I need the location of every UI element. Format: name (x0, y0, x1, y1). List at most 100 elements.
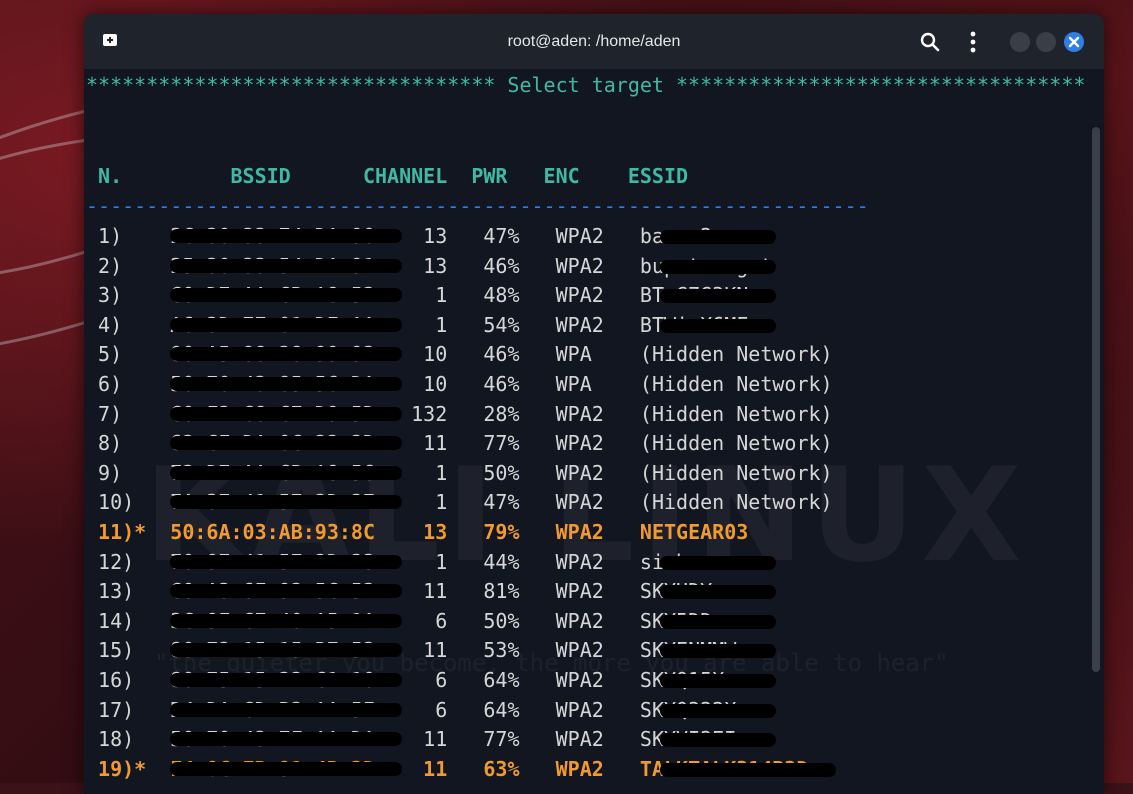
cell-n: 4) (86, 312, 171, 337)
cell-n: 6) (86, 372, 171, 396)
cell-n: 12) (86, 549, 171, 574)
cell-n: 7) (86, 401, 171, 426)
cell-pwr: 46% (483, 342, 556, 367)
redaction-mark (170, 229, 402, 243)
redaction-mark (170, 288, 402, 303)
cell-pwr: 64% (483, 697, 556, 722)
cell-channel: 10 (399, 342, 484, 367)
cell-channel: 6 (399, 608, 484, 633)
cell-channel: 1 (399, 490, 484, 515)
redaction-mark (660, 318, 776, 333)
cell-channel: 6 (399, 668, 484, 692)
cell-channel: 132 (399, 401, 484, 426)
redaction-mark (170, 673, 402, 687)
redaction-mark (170, 436, 402, 451)
cell-pwr: 77% (483, 431, 556, 456)
scrollbar[interactable] (1092, 127, 1100, 672)
cell-pwr: 79% (483, 520, 556, 544)
close-button[interactable] (1064, 32, 1084, 52)
cell-enc: WPA2 (555, 490, 640, 515)
search-icon[interactable] (920, 32, 940, 52)
cell-channel: 11 (399, 756, 484, 781)
cell-channel: 1 (399, 460, 484, 485)
redaction-mark (170, 702, 402, 717)
cell-n: 1) (86, 224, 171, 248)
redaction-mark (170, 347, 402, 362)
cell-n: 14) (86, 608, 171, 633)
cell-enc: WPA2 (555, 756, 640, 781)
redaction-mark (170, 495, 402, 510)
cell-channel: 11 (399, 638, 484, 663)
cell-enc: WPA2 (555, 283, 640, 308)
target-row[interactable]: 11)* 50:6A:03:AB:93:8C 13 79% WPA2 NETGE… (86, 521, 748, 543)
terminal-output[interactable]: KALI LINUX "the quieter you become, the … (84, 69, 1104, 794)
cell-essid: (Hidden Network) (639, 431, 833, 456)
redaction-mark (170, 643, 402, 658)
cell-pwr: 63% (483, 756, 556, 781)
cell-channel: 1 (399, 312, 484, 337)
cell-enc: WPA2 (555, 224, 640, 248)
cell-n: 17) (86, 697, 171, 722)
redaction-mark (170, 732, 402, 747)
minimize-button[interactable] (1010, 32, 1030, 52)
redaction-mark (170, 406, 402, 421)
cell-enc: WPA2 (555, 668, 640, 692)
redaction-mark (170, 317, 402, 332)
new-tab-icon[interactable] (102, 33, 118, 47)
cell-pwr: 54% (483, 312, 556, 337)
cell-pwr: 64% (483, 668, 556, 692)
redaction-mark (170, 377, 402, 391)
cell-channel: 11 (399, 431, 484, 456)
cell-channel: 10 (399, 372, 484, 396)
cell-pwr: 50% (483, 460, 556, 485)
redaction-mark (170, 465, 402, 480)
cell-pwr: 46% (483, 372, 556, 396)
kebab-menu-icon[interactable] (966, 30, 980, 54)
cell-n: 5) (86, 342, 171, 367)
cell-channel: 11 (399, 579, 484, 604)
cell-essid: NETGEAR03 (639, 520, 749, 544)
cell-n: 15) (86, 638, 171, 663)
title-bar[interactable]: root@aden: /home/aden (84, 14, 1104, 69)
cell-enc: WPA2 (555, 431, 640, 456)
cell-pwr: 46% (483, 253, 556, 278)
cell-pwr: 28% (483, 401, 556, 426)
redaction-mark (170, 584, 402, 599)
redaction-mark (660, 674, 776, 688)
cell-enc: WPA2 (555, 401, 640, 426)
cell-n: 19)* (86, 756, 171, 781)
cell-pwr: 53% (483, 638, 556, 663)
cell-pwr: 48% (483, 283, 556, 308)
redaction-mark (170, 258, 402, 273)
redaction-mark (660, 644, 776, 659)
cell-pwr: 47% (483, 224, 556, 248)
cell-n: 18) (86, 727, 171, 752)
cell-enc: WPA2 (555, 549, 640, 574)
redaction-mark (170, 554, 402, 569)
cell-n: 16) (86, 668, 171, 692)
cell-channel: 13 (399, 253, 484, 278)
cell-channel: 13 (399, 224, 484, 248)
cell-enc: WPA2 (555, 638, 640, 663)
redaction-mark (660, 555, 776, 570)
maximize-button[interactable] (1036, 32, 1056, 52)
window-title: root@aden: /home/aden (507, 33, 681, 50)
terminal-window: root@aden: /home/aden KALI LINUX "the qu… (84, 14, 1104, 794)
table-header: N. BSSID CHANNEL PWR ENC ESSID (86, 164, 689, 188)
redaction-mark (170, 761, 402, 776)
cell-n: 9) (86, 460, 171, 485)
cell-channel: 1 (399, 283, 484, 308)
cell-enc: WPA2 (555, 579, 640, 604)
cell-essid: (Hidden Network) (639, 401, 833, 426)
cell-enc: WPA2 (555, 460, 640, 485)
cell-channel: 11 (399, 727, 484, 752)
redaction-mark (660, 585, 776, 600)
cell-essid: (Hidden Network) (639, 342, 833, 367)
cell-pwr: 81% (483, 579, 556, 604)
cell-enc: WPA2 (555, 253, 640, 278)
cell-n: 11)* (86, 520, 171, 544)
cell-enc: WPA2 (555, 608, 640, 633)
cell-n: 10) (86, 490, 171, 515)
cell-essid: (Hidden Network) (639, 490, 833, 515)
cell-pwr: 47% (483, 490, 556, 515)
